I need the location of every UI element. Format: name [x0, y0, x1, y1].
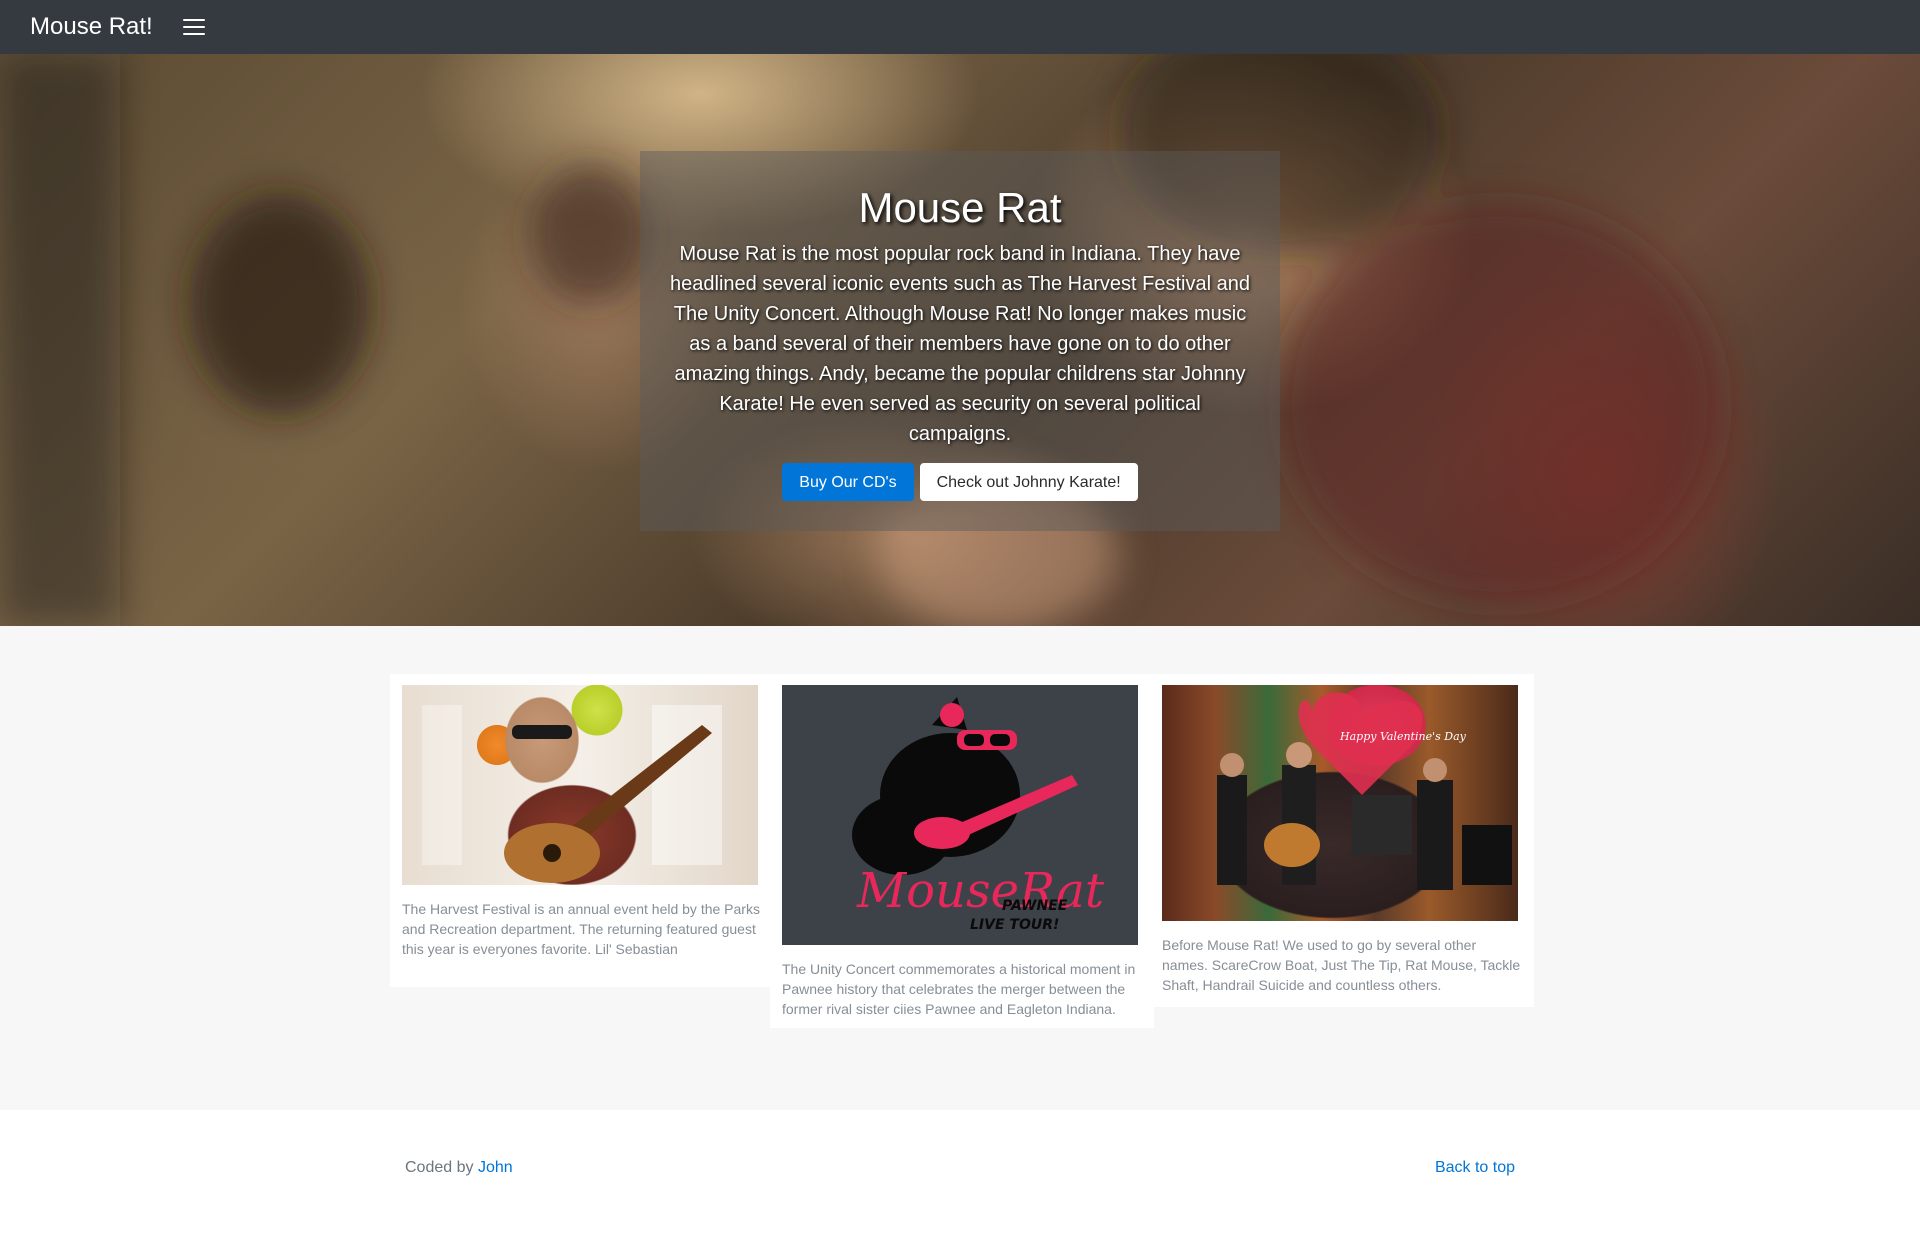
hamburger-menu-icon[interactable] [182, 18, 205, 36]
logo-subtitle-1: PAWNEE [1002, 898, 1068, 914]
hero-title: Mouse Rat [858, 184, 1062, 231]
card-text: Before Mouse Rat! We used to go by sever… [1162, 937, 1521, 993]
hero-buttons: Buy Our CD's Check out Johnny Karate! [640, 463, 1280, 501]
logo-subtitle-2: LIVE TOUR! [970, 917, 1059, 933]
footer: Coded by John Back to top [0, 1110, 1920, 1234]
valentine-sign-text: Happy Valentine's Day [1339, 730, 1467, 743]
brand-link[interactable]: Mouse Rat! [30, 0, 153, 54]
mouse-rat-logo: MouseRat PAWNEE LIVE TOUR! [782, 685, 1138, 945]
band-stage-photo: Happy Valentine's Day [1162, 685, 1518, 921]
hero-panel: Mouse Rat Mouse Rat is the most popular … [640, 151, 1280, 531]
card-text: The Unity Concert commemorates a histori… [782, 961, 1136, 1017]
card-unity-concert: MouseRat PAWNEE LIVE TOUR! The Unity Con… [770, 674, 1154, 1028]
back-to-top-link[interactable]: Back to top [1435, 1159, 1515, 1177]
buy-cds-button[interactable]: Buy Our CD's [782, 463, 914, 501]
card-band-names: Happy Valentine's Day Before Mouse Rat! … [1150, 674, 1534, 1007]
album-section: The Harvest Festival is an annual event … [0, 626, 1920, 1110]
guitarist-photo [402, 685, 758, 885]
card-text: The Harvest Festival is an annual event … [402, 901, 760, 957]
coded-by-label: Coded by [405, 1159, 474, 1176]
hero-description: Mouse Rat is the most popular rock band … [670, 243, 1250, 445]
logo-text: MouseRat [856, 863, 1105, 919]
footer-credit: Coded by John [405, 1159, 513, 1177]
hero-section: Mouse Rat Mouse Rat is the most popular … [0, 54, 1920, 626]
johnny-karate-button[interactable]: Check out Johnny Karate! [919, 463, 1138, 501]
author-link[interactable]: John [478, 1159, 513, 1176]
card-harvest-festival: The Harvest Festival is an annual event … [390, 674, 774, 987]
navbar: Mouse Rat! [0, 0, 1920, 54]
